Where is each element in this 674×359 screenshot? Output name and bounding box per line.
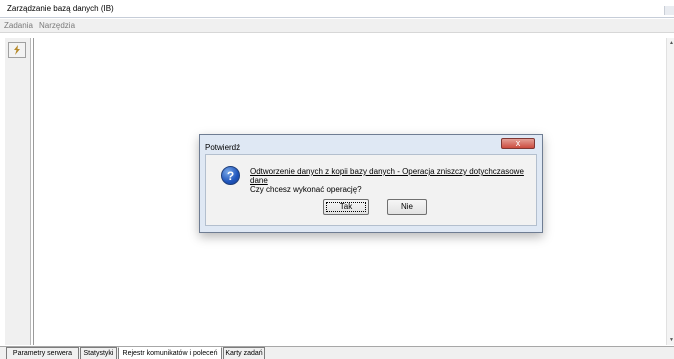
window-title: Zarządzanie bazą danych (IB) — [7, 4, 114, 13]
tab-statystyki[interactable]: Statystyki — [80, 347, 117, 359]
tab-label: Statystyki — [83, 350, 114, 357]
no-button[interactable]: Nie — [387, 199, 427, 215]
window-titlebar: Zarządzanie bazą danych (IB) — [0, 0, 674, 18]
dialog-message: Odtworzenie danych z kopii bazy danych -… — [250, 167, 536, 194]
close-icon[interactable]: x — [501, 138, 535, 149]
dialog-message-line1: Odtworzenie danych z kopii bazy danych -… — [250, 167, 524, 185]
scroll-down-icon[interactable]: ▼ — [669, 337, 674, 343]
tab-label: Rejestr komunikatów i poleceń — [122, 350, 218, 357]
tab-rejestr-komunikatow[interactable]: Rejestr komunikatów i poleceń — [118, 347, 222, 359]
menu-item-zadania[interactable]: Zadania — [4, 21, 33, 30]
tab-label: Parametry serwera — [12, 350, 73, 357]
confirm-dialog: Potwierdź x ? Odtworzenie danych z kopii… — [199, 134, 543, 233]
menu-item-narzedzia[interactable]: Narzędzia — [39, 21, 75, 30]
tab-label: Karty zadań — [225, 350, 263, 357]
dialog-message-line2: Czy chcesz wykonać operację? — [250, 185, 362, 194]
dialog-title: Potwierdź — [205, 143, 241, 152]
menu-bar: Zadania Narzędzia — [0, 19, 674, 33]
bottom-tabs: Parametry serwera Statystyki Rejestr kom… — [0, 346, 674, 359]
dialog-client: ? Odtworzenie danych z kopii bazy danych… — [205, 154, 537, 226]
tool-panel — [5, 38, 31, 345]
lightning-icon — [14, 45, 20, 55]
question-icon: ? — [221, 166, 240, 185]
vertical-scrollbar[interactable]: ▲ ▼ — [666, 38, 674, 345]
scroll-up-icon[interactable]: ▲ — [669, 40, 674, 46]
yes-button[interactable]: Tak — [323, 199, 369, 215]
tool-button[interactable] — [8, 42, 26, 58]
titlebar-scrollbar[interactable] — [664, 6, 674, 15]
tab-karty-zadan[interactable]: Karty zadań — [223, 347, 265, 359]
tab-parametry-serwera[interactable]: Parametry serwera — [6, 347, 79, 359]
